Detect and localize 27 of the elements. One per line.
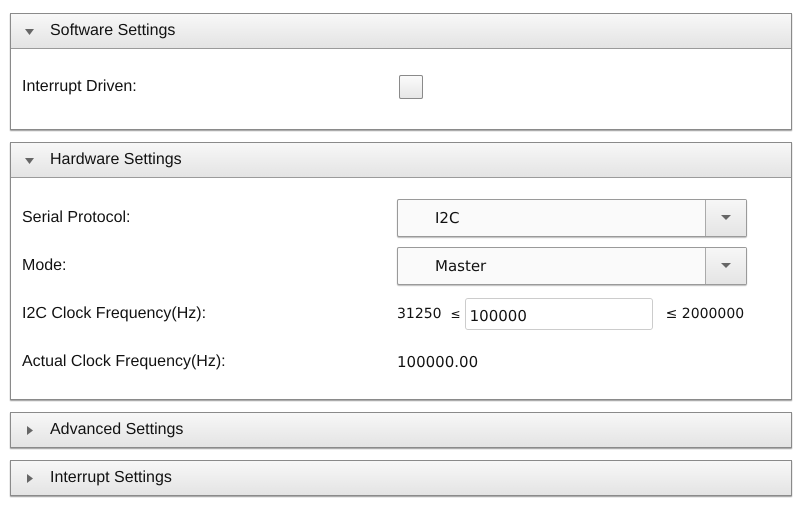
max-value: ≤ 2000000 bbox=[666, 306, 744, 322]
section-title: Advanced Settings bbox=[50, 421, 184, 439]
section-header[interactable]: Software Settings bbox=[11, 14, 791, 49]
section-header[interactable]: Hardware Settings bbox=[11, 143, 791, 178]
field-label: Serial Protocol: bbox=[22, 209, 130, 227]
readout-value: 100000.00 bbox=[397, 353, 478, 371]
section-header[interactable]: Advanced Settings bbox=[11, 413, 791, 447]
dropdown[interactable]: I2C bbox=[397, 199, 747, 237]
section-title: Hardware Settings bbox=[50, 151, 182, 169]
field-label: Interrupt Driven: bbox=[22, 78, 137, 96]
caret-down-icon bbox=[721, 263, 731, 269]
field-label: Mode: bbox=[22, 257, 66, 275]
caret-right-icon bbox=[25, 426, 34, 434]
checkbox[interactable] bbox=[399, 75, 423, 99]
min-value: 31250 bbox=[397, 306, 442, 322]
caret-right-icon bbox=[25, 474, 34, 482]
caret-down-icon bbox=[25, 156, 34, 164]
field-label: I2C Clock Frequency(Hz): bbox=[22, 305, 206, 323]
less-equal-sign: ≤ bbox=[450, 307, 461, 321]
caret-down-icon bbox=[721, 215, 731, 221]
field-label: Actual Clock Frequency(Hz): bbox=[22, 353, 226, 371]
section-title: Interrupt Settings bbox=[50, 469, 172, 487]
dropdown[interactable]: Master bbox=[397, 247, 747, 285]
caret-down-icon bbox=[25, 26, 34, 36]
input-field[interactable]: 100000 bbox=[464, 298, 653, 330]
section-title: Software Settings bbox=[50, 22, 176, 40]
section-header[interactable]: Interrupt Settings bbox=[11, 461, 791, 495]
